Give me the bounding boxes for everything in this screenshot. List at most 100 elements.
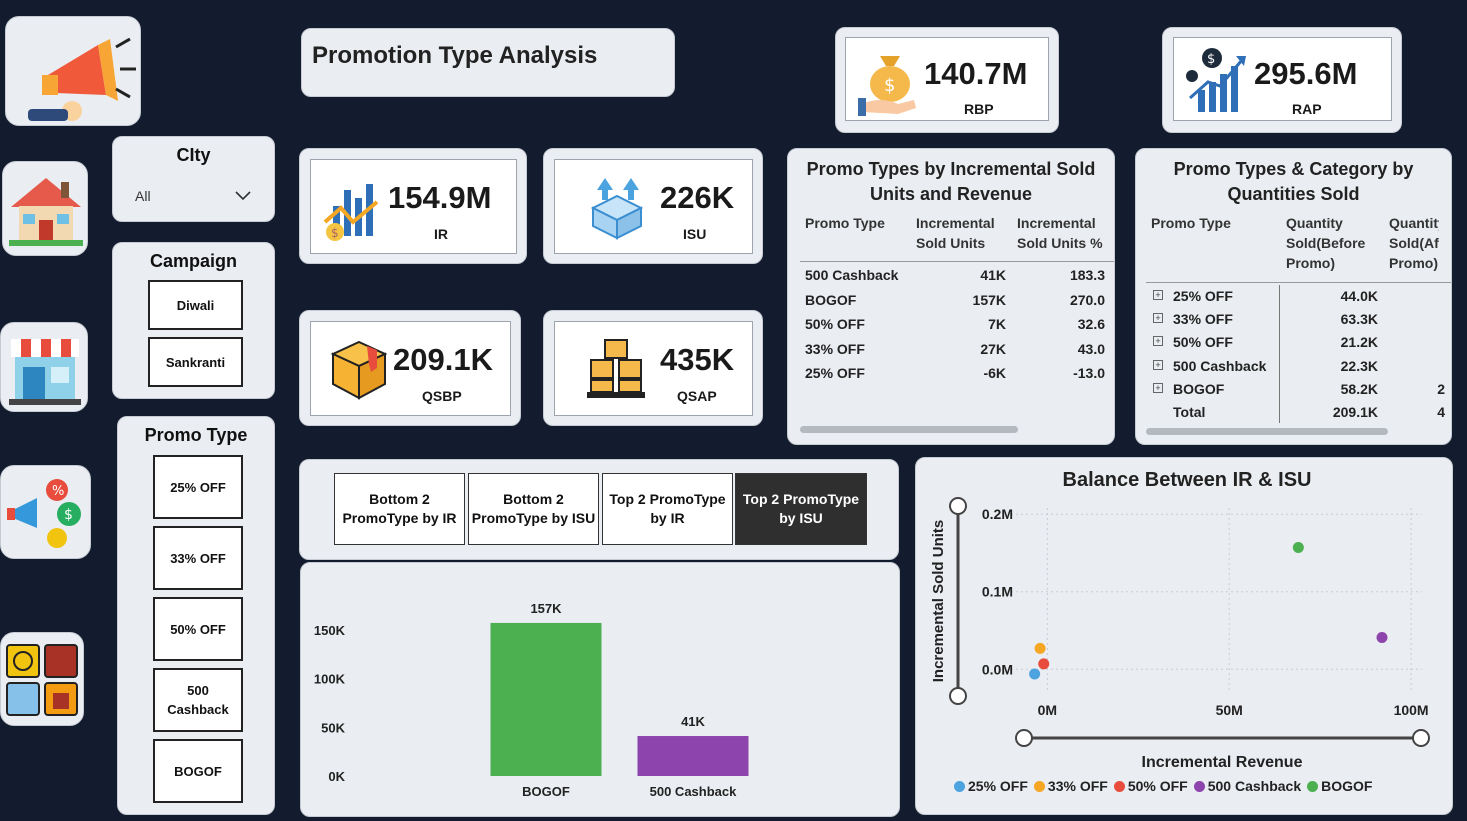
expand-icon[interactable]: + bbox=[1153, 336, 1163, 347]
legend-item-label[interactable]: 500 Cashback bbox=[1208, 778, 1301, 794]
scatter-chart-card: Balance Between IR & ISU 0M 50M 100M 0.0M 0.1… bbox=[915, 457, 1453, 815]
y-axis-tick-label: 0.2M bbox=[982, 506, 1013, 522]
table2-header-qsbp[interactable]: Quantity Sold(Before Promo) bbox=[1286, 213, 1378, 273]
svg-text:$: $ bbox=[331, 226, 339, 240]
table-cell-qsbp: 209.1K bbox=[1332, 404, 1378, 420]
y-range-slider-handle bbox=[949, 687, 967, 705]
campaign-option-diwali[interactable]: Diwali bbox=[148, 280, 243, 330]
chart-title: Balance Between IR & ISU bbox=[1063, 469, 1312, 491]
legend-item-label[interactable]: 33% OFF bbox=[1048, 778, 1108, 794]
box-icon bbox=[330, 340, 388, 400]
table-cell-qsap: 4 bbox=[1437, 404, 1445, 420]
promo-option-33-off[interactable]: 33% OFF bbox=[153, 526, 243, 590]
tab-top2-isu[interactable]: Top 2 PromoType by ISU bbox=[735, 473, 867, 545]
table2-scrollbar[interactable] bbox=[1146, 428, 1388, 435]
kpi-rbp-value: 140.7M bbox=[924, 56, 1028, 91]
scatter-point-33-off bbox=[1034, 642, 1046, 654]
table-row: 25% OFF -6K -13.0 bbox=[788, 365, 1114, 387]
city-slicer-title: CIty bbox=[176, 145, 211, 165]
table-row: +25% OFF 44.0K bbox=[1136, 288, 1451, 310]
money-bag-icon: $ bbox=[858, 56, 916, 116]
legend-item-label[interactable]: 50% OFF bbox=[1128, 778, 1188, 794]
nav-home[interactable] bbox=[2, 161, 88, 256]
table1-scrollbar[interactable] bbox=[800, 426, 1018, 433]
table-row: BOGOF 157K 270.0 bbox=[788, 292, 1114, 314]
kpi-isu-card: 226K ISU bbox=[543, 148, 763, 264]
kpi-qsbp-card: 209.1K QSBP bbox=[299, 310, 521, 426]
table-cell-promo-type: BOGOF bbox=[1173, 380, 1225, 397]
legend-item-label[interactable]: 25% OFF bbox=[968, 778, 1028, 794]
promo-type-slicer: Promo Type 25% OFF 33% OFF 50% OFF 500 C… bbox=[117, 416, 275, 815]
bar-data-label: 41K bbox=[681, 714, 705, 729]
nav-store[interactable] bbox=[0, 322, 88, 412]
scatter-legend: 25% OFF 33% OFF 50% OFF 500 Cashback BOGOF bbox=[954, 778, 1372, 794]
table-cell-isu-pct: 270.0 bbox=[1069, 291, 1105, 308]
x-range-slider-handle bbox=[1412, 729, 1430, 747]
expand-icon[interactable]: + bbox=[1153, 313, 1163, 324]
table2-title: Promo Types & Category by Quantities Sol… bbox=[1173, 159, 1414, 204]
store-icon bbox=[9, 339, 81, 405]
kpi-rbp-label: RBP bbox=[964, 101, 994, 117]
expand-icon[interactable]: + bbox=[1153, 359, 1163, 370]
category-icon bbox=[6, 644, 78, 716]
table1-title: Promo Types by Incremental Sold Units an… bbox=[806, 159, 1096, 204]
campaign-slicer-title: Campaign bbox=[149, 251, 237, 271]
kpi-rbp-card: $ 140.7M RBP bbox=[835, 27, 1059, 133]
promo-option-50-off[interactable]: 50% OFF bbox=[153, 597, 243, 661]
table-cell-promo-type: 33% OFF bbox=[1173, 311, 1233, 328]
table1-header-isu-pct[interactable]: Incremental Sold Units % bbox=[1017, 213, 1113, 253]
growth-chart-icon: $ bbox=[1186, 48, 1246, 112]
nav-category[interactable] bbox=[0, 632, 84, 726]
promo-option-bogof[interactable]: BOGOF bbox=[153, 739, 243, 803]
scatter-point-25-off bbox=[1029, 668, 1041, 680]
table-cell-promo-type: BOGOF bbox=[805, 291, 857, 308]
promo-option-500-cashback[interactable]: 500 Cashback bbox=[153, 668, 243, 732]
promo-type-slicer-title: Promo Type bbox=[144, 425, 248, 445]
tab-top2-ir[interactable]: Top 2 PromoType by IR bbox=[602, 473, 733, 545]
legend-item-label[interactable]: BOGOF bbox=[1321, 778, 1372, 794]
kpi-qsap-card: 435K QSAP bbox=[543, 310, 763, 426]
page-title: Promotion Type Analysis bbox=[312, 42, 598, 69]
kpi-ir-card: $ 154.9M IR bbox=[299, 148, 527, 264]
y-axis-tick-label: 0.0M bbox=[982, 661, 1013, 677]
nav-megaphone[interactable] bbox=[5, 16, 141, 126]
table-row: 33% OFF 27K 43.0 bbox=[788, 341, 1114, 363]
table1-divider bbox=[800, 261, 1114, 262]
table-cell-promo-type: 33% OFF bbox=[805, 340, 865, 357]
nav-promotion[interactable]: % $ bbox=[0, 465, 91, 559]
tab-bottom2-ir[interactable]: Bottom 2 PromoType by IR bbox=[334, 473, 465, 545]
y-axis-label: Incremental Sold Units bbox=[930, 520, 947, 683]
table1-header-isu[interactable]: Incremental Sold Units bbox=[916, 213, 1010, 253]
scatter-point-bogof bbox=[1292, 542, 1304, 554]
tab-bottom2-isu[interactable]: Bottom 2 PromoType by ISU bbox=[468, 473, 599, 545]
table2-header-promo-type[interactable]: Promo Type bbox=[1151, 213, 1261, 233]
table2-header-qsap[interactable]: QuantitySold(AfterPromo) bbox=[1389, 213, 1439, 273]
expand-icon[interactable]: + bbox=[1153, 382, 1163, 393]
svg-text:$: $ bbox=[1207, 52, 1215, 67]
table-cell-qsbp: 22.3K bbox=[1340, 357, 1378, 374]
legend-marker bbox=[1033, 780, 1045, 792]
campaign-option-sankranti[interactable]: Sankranti bbox=[148, 337, 243, 387]
bar-500-cashback bbox=[637, 736, 749, 776]
kpi-qsbp-value: 209.1K bbox=[393, 342, 493, 377]
kpi-qsap-label: QSAP bbox=[677, 388, 717, 404]
y-axis-tick-label: 0.1M bbox=[982, 584, 1013, 600]
kpi-ir-label: IR bbox=[434, 226, 448, 242]
table-cell-promo-type: 25% OFF bbox=[1173, 288, 1233, 304]
table-cell-promo-type: 50% OFF bbox=[1173, 334, 1233, 351]
table-cell-promo-type: Total bbox=[1173, 404, 1206, 420]
kpi-isu-label: ISU bbox=[683, 226, 707, 242]
city-dropdown[interactable]: All bbox=[127, 181, 263, 207]
table-cell-isu-pct: 183.3 bbox=[1069, 267, 1105, 283]
svg-text:%: % bbox=[52, 484, 64, 499]
kpi-qsap-value: 435K bbox=[660, 342, 735, 377]
table-cell-isu-pct: 43.0 bbox=[1077, 340, 1105, 357]
table-cell-promo-type: 25% OFF bbox=[805, 365, 865, 382]
y-axis-tick-label: 100K bbox=[314, 672, 346, 687]
chevron-down-icon bbox=[235, 191, 251, 201]
table1-header-promo-type[interactable]: Promo Type bbox=[805, 213, 905, 233]
boxes-pallet-icon bbox=[587, 339, 645, 398]
scatter-point-50-off bbox=[1038, 658, 1050, 670]
expand-icon[interactable]: + bbox=[1153, 290, 1163, 300]
promo-option-25-off[interactable]: 25% OFF bbox=[153, 455, 243, 519]
